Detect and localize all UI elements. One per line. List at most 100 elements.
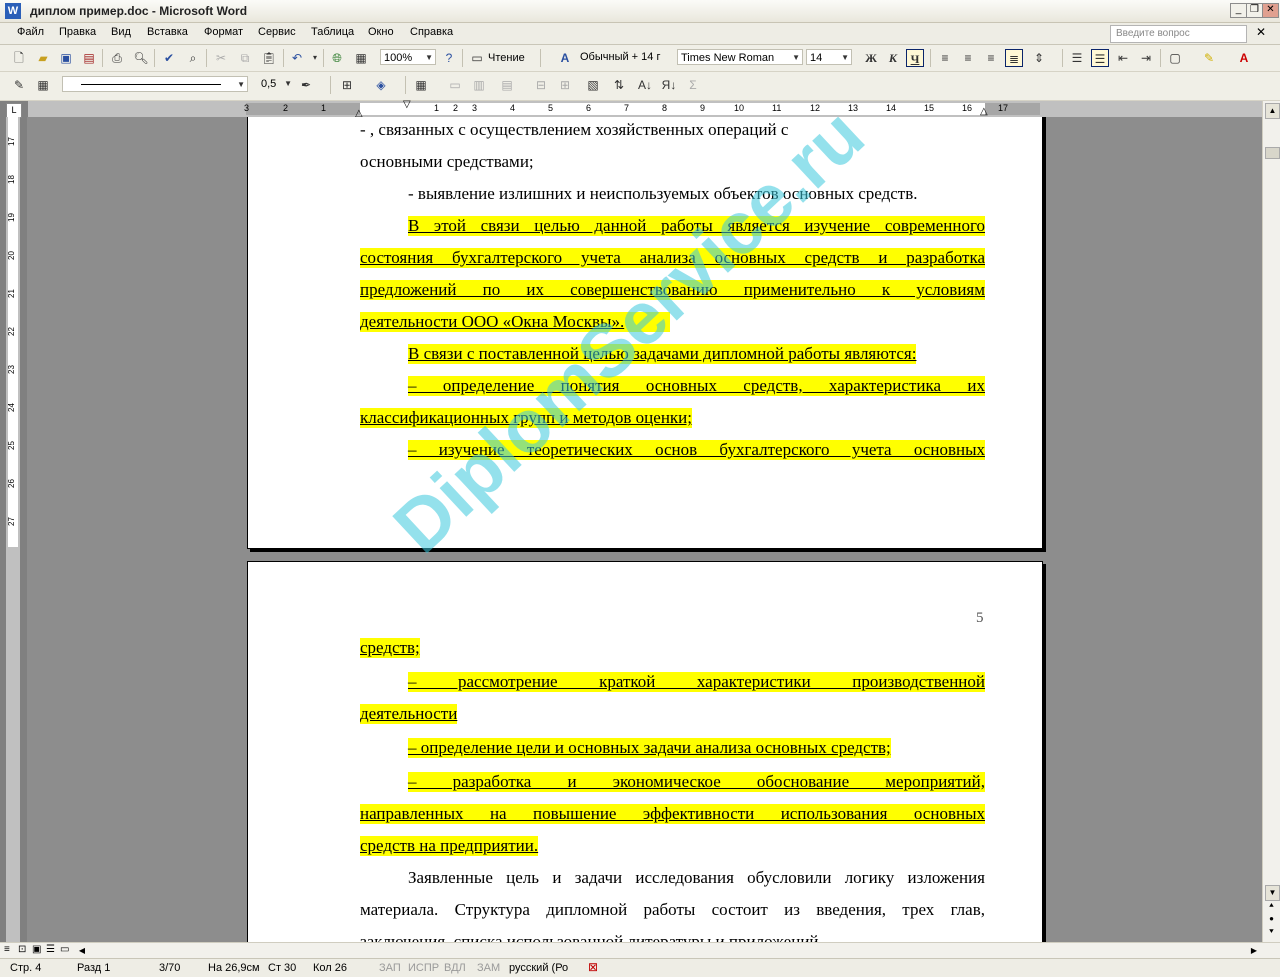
hyperlink-icon[interactable]: 🌐︎	[328, 49, 346, 67]
distribute-cols-icon[interactable]: ⊞	[556, 76, 574, 94]
align-left-icon[interactable]: ≡	[936, 49, 954, 67]
status-ovr[interactable]: ЗАМ	[477, 962, 500, 974]
close-document-icon[interactable]: ✕	[1256, 25, 1266, 39]
read-mode-button[interactable]: Чтение	[488, 52, 525, 64]
edit-icon[interactable]: ✎	[10, 76, 28, 94]
justify-icon[interactable]: ≣	[1005, 49, 1023, 67]
split-cells-icon[interactable]: ▥	[470, 76, 488, 94]
doc-line-highlighted[interactable]: – определение цели и основных задачи ана…	[408, 738, 891, 758]
doc-line-highlighted[interactable]: направленных на повышение эффективности …	[360, 804, 985, 824]
print-layout-icon[interactable]: ▣	[32, 944, 41, 955]
line-spacing-icon[interactable]: ⇕	[1030, 49, 1048, 67]
doc-line-highlighted[interactable]: – рассмотрение краткой характеристики пр…	[408, 672, 985, 692]
change-direction-icon[interactable]: ⇅	[610, 76, 628, 94]
copy-icon[interactable]: ⧉	[236, 49, 254, 67]
zoom-select[interactable]: 100% ▼	[380, 49, 436, 65]
highlight-icon[interactable]: ✎	[1200, 49, 1218, 67]
vertical-ruler[interactable]: 17 18 19 20 21 22 23 24 25 26 27	[6, 117, 20, 949]
reading-view-icon[interactable]: ▭	[60, 944, 69, 955]
outline-view-icon[interactable]: ☰	[46, 944, 55, 955]
insert-table-icon[interactable]: ▦	[412, 76, 430, 94]
styles-icon[interactable]: A	[556, 49, 574, 67]
save-icon[interactable]: ▣	[57, 49, 75, 67]
right-indent-marker[interactable]: △	[980, 106, 988, 117]
doc-line-highlighted[interactable]: деятельности	[360, 704, 458, 724]
shading-icon[interactable]: ◈	[372, 76, 390, 94]
help-search-input[interactable]: Введите вопрос	[1110, 25, 1247, 43]
pen-color-icon[interactable]: ✒	[297, 76, 315, 94]
close-button[interactable]: ✕	[1262, 3, 1279, 18]
doc-line-highlighted[interactable]: – разработка и экономическое обоснование…	[408, 772, 985, 792]
font-size-select[interactable]: 14 ▼	[806, 49, 852, 65]
ruler-corner[interactable]: L	[6, 103, 22, 118]
spelling-icon[interactable]: ✔	[160, 49, 178, 67]
web-view-icon[interactable]: ⊡	[18, 944, 26, 955]
print-icon[interactable]: ⎙	[108, 49, 126, 67]
line-style-select[interactable]: ▼	[62, 76, 248, 92]
align-cells-icon[interactable]: ▤	[498, 76, 516, 94]
menu-file[interactable]: Файл	[17, 26, 44, 38]
doc-line[interactable]: основными средствами;	[360, 152, 534, 172]
menu-tools[interactable]: Сервис	[258, 26, 296, 38]
horizontal-ruler[interactable]: 3 2 1 1 2 3 4 5 6 7 8 9 10 11 12 13 14 1…	[28, 99, 1268, 119]
status-ext[interactable]: ВДЛ	[444, 962, 466, 974]
table-icon[interactable]: ▦	[352, 49, 370, 67]
doc-line-highlighted[interactable]: – определение понятия основных средств, …	[408, 376, 985, 396]
restore-button[interactable]: ❐	[1246, 3, 1263, 18]
browse-object-button[interactable]: ●	[1265, 914, 1278, 926]
first-line-indent-marker[interactable]: ▽	[403, 99, 411, 110]
align-right-icon[interactable]: ≡	[982, 49, 1000, 67]
word-app-icon[interactable]: W	[5, 3, 21, 19]
menu-window[interactable]: Окно	[368, 26, 394, 38]
print-preview-icon[interactable]: 🔍︎	[132, 49, 150, 67]
menu-edit[interactable]: Правка	[59, 26, 96, 38]
minimize-button[interactable]: _	[1230, 3, 1247, 18]
paste-icon[interactable]: 📋︎	[260, 49, 278, 67]
new-document-icon[interactable]: 🗋	[10, 49, 28, 67]
line-weight-select[interactable]: 0,5 ▼	[258, 76, 294, 92]
spelling-status-icon[interactable]: ⊠	[588, 960, 598, 974]
italic-button[interactable]: К	[884, 49, 902, 67]
menu-help[interactable]: Справка	[410, 26, 453, 38]
increase-indent-icon[interactable]: ⇥	[1137, 49, 1155, 67]
status-trk[interactable]: ИСПР	[408, 962, 439, 974]
doc-line[interactable]: Заявленные цель и задачи исследования об…	[408, 868, 985, 888]
cut-icon[interactable]: ✂	[212, 49, 230, 67]
border-icon[interactable]: ▢	[1166, 49, 1184, 67]
help-icon[interactable]: ?	[440, 49, 458, 67]
draw-table-icon[interactable]: ▦	[34, 76, 52, 94]
sort-icon[interactable]: A↓	[636, 76, 654, 94]
autosum-icon[interactable]: Σ	[684, 76, 702, 94]
normal-view-icon[interactable]: ≡	[4, 944, 10, 955]
undo-icon[interactable]: ↶	[288, 49, 306, 67]
distribute-rows-icon[interactable]: ⊟	[532, 76, 550, 94]
bold-button[interactable]: Ж	[862, 49, 880, 67]
menu-insert[interactable]: Вставка	[147, 26, 188, 38]
doc-line[interactable]: - , связанных с осуществлением хозяйстве…	[360, 120, 985, 140]
doc-line-highlighted[interactable]: средств на предприятии.	[360, 836, 539, 856]
bullets-icon[interactable]: ☰	[1091, 49, 1109, 67]
research-icon[interactable]: ⌕	[184, 49, 202, 67]
merge-cells-icon[interactable]: ▭	[446, 76, 464, 94]
open-folder-icon[interactable]: ▰	[34, 49, 52, 67]
doc-line[interactable]: материала. Структура дипломной работы со…	[360, 900, 985, 920]
underline-button[interactable]: Ч	[906, 49, 924, 67]
permission-icon[interactable]: ▤	[80, 49, 98, 67]
sort-desc-icon[interactable]: Я↓	[660, 76, 678, 94]
doc-line-highlighted[interactable]: средств;	[360, 638, 420, 658]
scroll-up-button[interactable]: ▲	[1265, 103, 1280, 119]
undo-dropdown-icon[interactable]: ▾	[306, 49, 324, 67]
font-color-icon[interactable]: A	[1235, 49, 1253, 67]
scroll-down-button[interactable]: ▼	[1265, 885, 1280, 901]
vertical-scrollbar[interactable]: ▲ ▼ ⯅ ● ⯆	[1262, 101, 1280, 943]
scroll-thumb[interactable]	[1265, 147, 1280, 159]
hscroll-left-button[interactable]: ◀	[76, 944, 88, 957]
previous-page-button[interactable]: ⯅	[1265, 901, 1278, 913]
horizontal-scrollbar[interactable]: ≡ ⊡ ▣ ☰ ▭ ◀ ▶	[0, 942, 1280, 959]
autoformat-icon[interactable]: ▧	[584, 76, 602, 94]
hscroll-right-button[interactable]: ▶	[1248, 944, 1260, 957]
menu-table[interactable]: Таблица	[311, 26, 354, 38]
menu-view[interactable]: Вид	[111, 26, 131, 38]
style-select[interactable]: Обычный + 14 г	[577, 49, 672, 65]
next-page-button[interactable]: ⯆	[1265, 927, 1278, 939]
